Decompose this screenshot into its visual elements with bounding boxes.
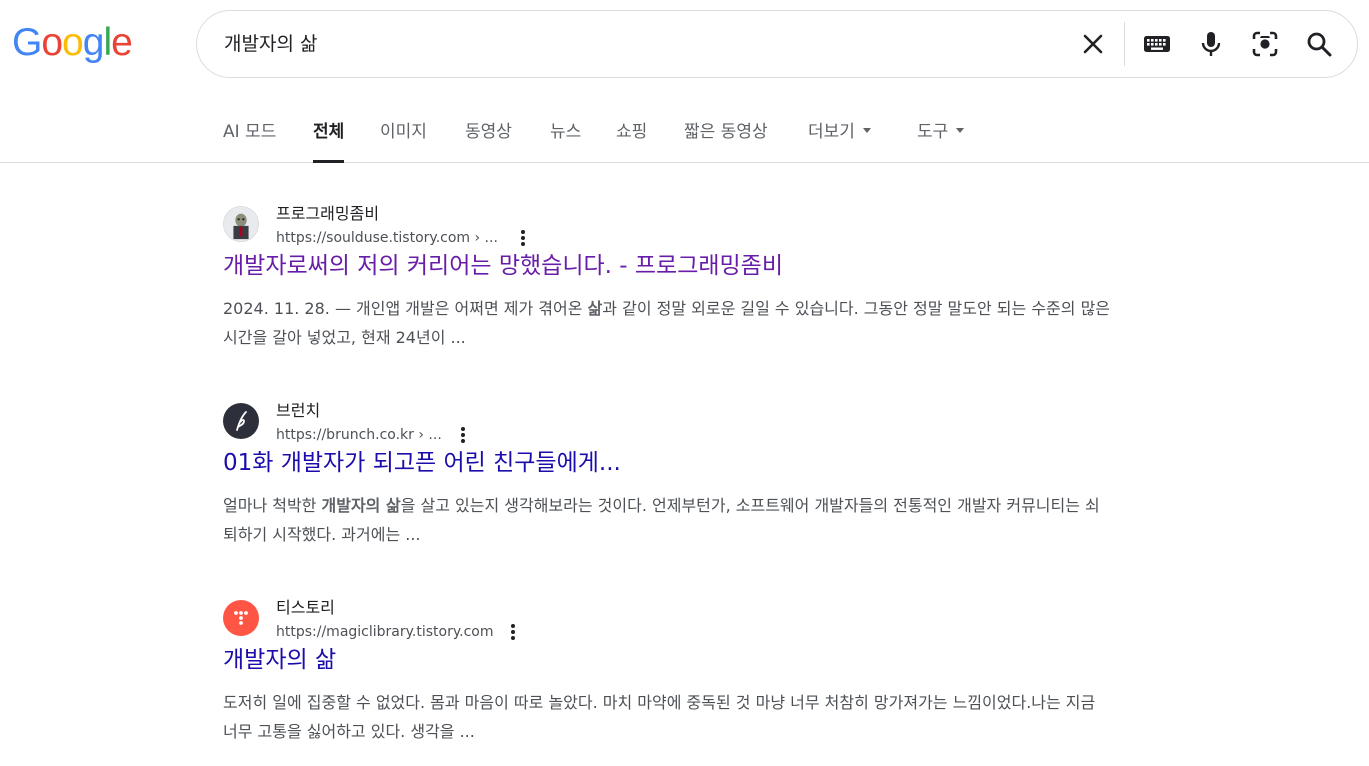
result-snippet: 도저히 일에 집중할 수 없었다. 몸과 마음이 따로 놀았다. 마치 마약에 … (223, 688, 1113, 746)
snippet-text: 도저히 일에 집중할 수 없었다. 몸과 마음이 따로 놀았다. 마치 마약에 … (223, 693, 1096, 741)
search-tabs: AI 모드 전체 이미지 동영상 뉴스 쇼핑 짧은 동영상 더보기 도구 (0, 104, 1369, 163)
logo-letter: g (82, 21, 105, 64)
tab-more-label: 더보기 (808, 122, 855, 142)
logo-letter: l (103, 21, 112, 64)
search-divider (1124, 22, 1125, 66)
tab-short-videos[interactable]: 짧은 동영상 (684, 104, 768, 162)
search-box[interactable]: 개발자의 삶 (196, 10, 1358, 78)
camera-lens-icon[interactable] (1249, 28, 1281, 60)
more-options-icon[interactable] (513, 226, 533, 250)
tab-all[interactable]: 전체 (313, 104, 345, 163)
snippet-highlight: 개발자의 삶 (321, 496, 401, 515)
snippet-text: 2024. 11. 28. — 개인앱 개발은 어쩌면 제가 겪어온 (223, 299, 588, 318)
more-options-icon[interactable] (503, 620, 523, 644)
tab-shopping[interactable]: 쇼핑 (616, 104, 647, 162)
result-title-link[interactable]: 개발자의 삶 (223, 643, 336, 677)
tab-videos[interactable]: 동영상 (465, 104, 512, 162)
chevron-down-icon (956, 128, 965, 133)
microphone-icon[interactable] (1195, 28, 1227, 60)
tistory-dots-icon[interactable] (223, 600, 259, 636)
brunch-pen-icon[interactable] (223, 403, 259, 439)
result-site-name[interactable]: 티스토리 (276, 597, 335, 619)
tab-images[interactable]: 이미지 (380, 104, 427, 162)
result-site-name[interactable]: 프로그래밍좀비 (276, 203, 379, 225)
result-url[interactable]: https://magiclibrary.tistory.com (276, 622, 494, 642)
tab-ai-mode[interactable]: AI 모드 (223, 104, 276, 162)
tab-tools[interactable]: 도구 (917, 104, 965, 162)
tab-tools-label: 도구 (917, 122, 949, 142)
logo-letter: o (62, 21, 84, 64)
close-icon[interactable] (1077, 28, 1109, 60)
logo-letter: o (41, 21, 63, 64)
result-url[interactable]: https://soulduse.tistory.com › ... (276, 228, 498, 248)
result-title-link[interactable]: 개발자로써의 저의 커리어는 망했습니다. - 프로그래밍좀비 (223, 249, 783, 283)
chevron-down-icon (862, 128, 871, 133)
result-snippet: 얼마나 척박한 개발자의 삶을 살고 있는지 생각해보라는 것이다. 언제부턴가… (223, 491, 1113, 549)
more-options-icon[interactable] (453, 423, 473, 447)
keyboard-icon[interactable] (1141, 28, 1173, 60)
result-title-link[interactable]: 01화 개발자가 되고픈 어린 친구들에게... (223, 446, 621, 480)
result-site-name[interactable]: 브런치 (276, 400, 320, 422)
result-url[interactable]: https://brunch.co.kr › ... (276, 425, 442, 445)
snippet-highlight: 삶 (587, 299, 603, 318)
logo-letter: e (111, 21, 133, 64)
google-logo[interactable]: Google (12, 18, 133, 68)
search-input[interactable]: 개발자의 삶 (224, 11, 317, 77)
result-snippet: 2024. 11. 28. — 개인앱 개발은 어쩌면 제가 겪어온 삶과 같이… (223, 294, 1113, 352)
snippet-text: 얼마나 척박한 (223, 496, 322, 515)
tab-news[interactable]: 뉴스 (550, 104, 581, 162)
search-icon[interactable] (1303, 28, 1335, 60)
zombie-avatar-icon[interactable] (223, 206, 259, 242)
logo-letter: G (12, 21, 42, 64)
tab-more[interactable]: 더보기 (808, 104, 871, 162)
